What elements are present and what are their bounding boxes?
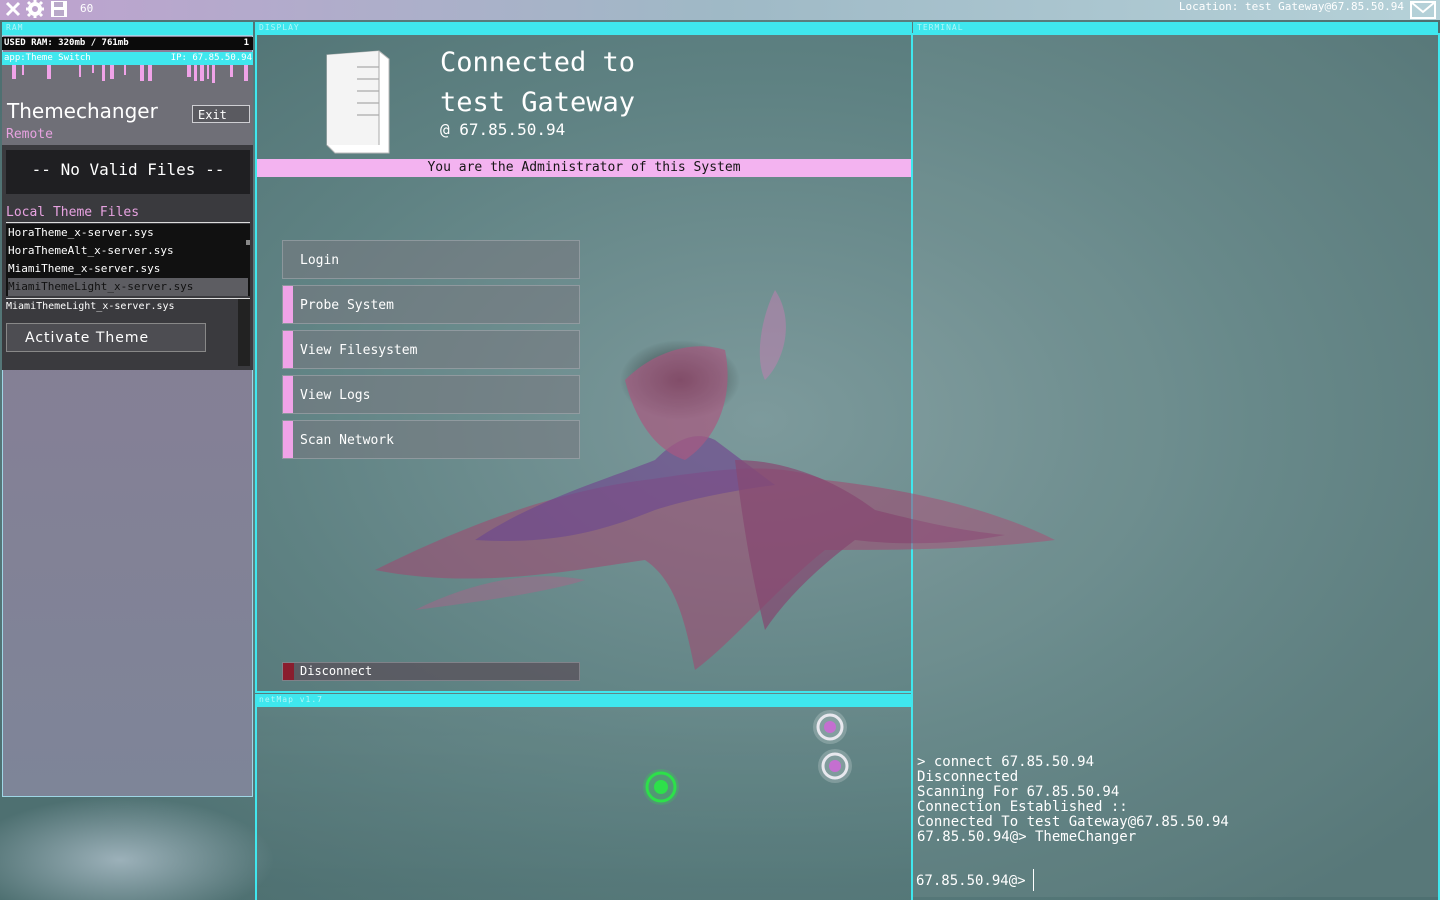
probe-system-label: Probe System [300, 298, 394, 313]
top-bar: 60 Location: test Gateway@67.85.50.94 [0, 0, 1440, 20]
ram-module-header: RAM [2, 22, 253, 35]
terminal-line: 67.85.50.94@> ThemeChanger [917, 829, 1137, 845]
local-files-label: Local Theme Files [6, 205, 140, 220]
activate-theme-button[interactable]: Activate Theme [6, 323, 206, 352]
gear-icon[interactable] [26, 0, 44, 20]
remote-node-1[interactable] [813, 710, 847, 744]
app-ip: IP: 67.85.50.94 [170, 53, 252, 63]
view-filesystem-label: View Filesystem [300, 343, 418, 358]
terminal-line: Disconnected [917, 769, 1019, 785]
terminal-cursor [1033, 869, 1034, 891]
netmap-panel [255, 707, 912, 897]
button-accent [283, 331, 293, 368]
terminal-prompt[interactable]: 67.85.50.94@> [916, 873, 1026, 889]
file-item[interactable]: HoraThemeAlt_x-server.sys [8, 242, 248, 260]
disconnect-button[interactable]: Disconnect [282, 662, 580, 681]
login-label: Login [300, 253, 340, 268]
process-count: 1 [243, 38, 249, 48]
view-logs-button[interactable]: View Logs [282, 375, 580, 414]
terminal-output: > connect 67.85.50.94 Disconnected Scann… [917, 755, 1229, 845]
app-name: app:Theme Switch [4, 53, 91, 63]
file-item[interactable]: HoraTheme_x-server.sys [8, 224, 248, 242]
login-button[interactable]: Login [282, 240, 580, 279]
app-header[interactable]: app:Theme Switch IP: 67.85.50.94 [2, 52, 253, 65]
display-panel: Connected to test Gateway @ 67.85.50.94 … [255, 35, 912, 690]
terminal-line: Scanning For 67.85.50.94 [917, 784, 1120, 800]
scan-network-label: Scan Network [300, 433, 394, 448]
app-title: Themechanger [7, 99, 158, 123]
remote-node-2[interactable] [818, 749, 852, 783]
file-item[interactable]: MiamiTheme_x-server.sys [8, 260, 248, 278]
server-icon [326, 50, 390, 154]
divider [6, 222, 250, 223]
netmap-canvas [643, 710, 852, 805]
ram-usage-text: USED RAM: 320mb / 761mb [4, 38, 129, 48]
connected-host: test Gateway [440, 87, 636, 118]
admin-notice: You are the Administrator of this System [257, 159, 911, 177]
divider [6, 298, 250, 299]
terminal-module-label: TERMINAL [917, 23, 964, 32]
fps-counter: 60 [80, 2, 94, 15]
disconnect-label: Disconnect [300, 664, 373, 678]
location-label: Location: test Gateway@67.85.50.94 [1178, 0, 1404, 13]
display-module-label: DISPLAY [259, 23, 300, 32]
exit-button[interactable]: Exit [192, 105, 250, 123]
connected-ip: @ 67.85.50.94 [440, 120, 566, 139]
probe-system-button[interactable]: Probe System [282, 285, 580, 324]
file-item-selected[interactable]: MiamiThemeLight_x-server.sys [8, 278, 248, 296]
ram-activity-graph [12, 65, 248, 83]
terminal-line: Connected To test Gateway@67.85.50.94 [917, 814, 1229, 830]
view-filesystem-button[interactable]: View Filesystem [282, 330, 580, 369]
scan-network-button[interactable]: Scan Network [282, 420, 580, 459]
terminal-line: > connect 67.85.50.94 [917, 754, 1095, 770]
connected-heading: Connected to [440, 47, 636, 78]
app-scrollbar[interactable] [238, 299, 250, 366]
home-node[interactable] [643, 769, 679, 805]
remote-files-empty: -- No Valid Files -- [6, 150, 250, 194]
themechanger-header: Themechanger Exit Remote [2, 65, 253, 145]
button-accent [283, 376, 293, 413]
netmap-module-label: netMap v1.7 [259, 695, 323, 704]
close-icon[interactable] [4, 0, 22, 20]
local-file-list[interactable]: HoraTheme_x-server.sys HoraThemeAlt_x-se… [6, 224, 250, 296]
ram-module-label: RAM [6, 23, 24, 32]
selected-file-label: MiamiThemeLight_x-server.sys [6, 301, 175, 312]
terminal-line: Connection Established :: [917, 799, 1128, 815]
ram-usage-bar: USED RAM: 320mb / 761mb 1 [2, 37, 253, 50]
button-accent [283, 286, 293, 323]
button-accent [283, 421, 293, 458]
save-icon[interactable] [50, 0, 68, 20]
button-accent [283, 663, 294, 680]
view-logs-label: View Logs [300, 388, 371, 403]
file-list-scrollbar[interactable] [246, 240, 250, 245]
mail-icon[interactable] [1410, 1, 1436, 19]
remote-label: Remote [6, 127, 53, 142]
terminal-panel[interactable]: > connect 67.85.50.94 Disconnected Scann… [913, 35, 1438, 897]
themechanger-window: Themechanger Exit Remote -- No Valid Fil… [2, 65, 253, 370]
